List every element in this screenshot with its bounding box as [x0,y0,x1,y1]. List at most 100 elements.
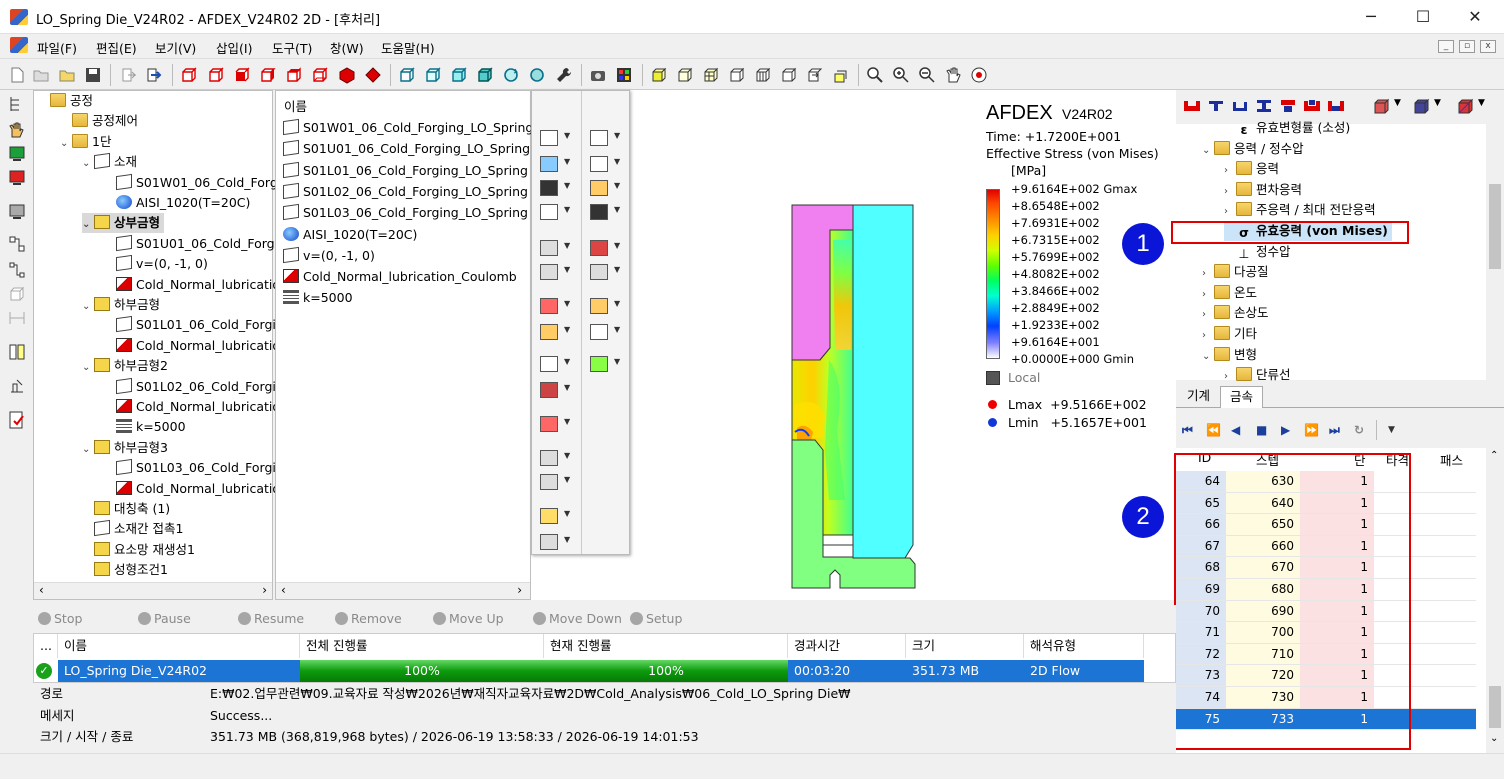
process-tree-item[interactable]: ⌄ 하부금형2 [82,356,168,376]
tool-dropdown-icon[interactable]: ▼ [564,299,570,308]
result-tree-item[interactable]: › 편차응력 [1224,180,1302,200]
palette-tool-left-4[interactable]: ▼ [534,237,574,259]
render-shade-icon[interactable] [450,66,468,84]
process-tree-item[interactable]: 공정제어 [60,111,138,131]
mesh-tool-icon[interactable] [7,234,27,254]
save-icon[interactable] [84,66,102,84]
col-total-progress[interactable]: 전체 진행률 [300,634,544,658]
process-tree-item[interactable]: ⌄ 상부금형 [82,213,165,235]
move-down-button[interactable]: Move Down [533,611,622,626]
tool-dropdown-icon[interactable]: ▼ [564,417,570,426]
prev-frame-button[interactable]: ⏪ [1206,423,1221,437]
process-tree-item[interactable]: S01L01_06_Cold_Forgin [104,315,284,335]
first-step-button[interactable]: ⏮ [1182,423,1193,438]
last-step-button[interactable]: ⏭ [1329,423,1340,438]
palette-tool-left-12[interactable]: ▼ [534,471,574,493]
expand-toggle-icon[interactable]: ⌄ [1202,347,1214,367]
object-list-item[interactable]: v=(0, -1, 0) [283,246,375,266]
object-list-header[interactable]: 이름 [284,96,307,115]
tool-dropdown-icon[interactable]: ▼ [614,131,620,140]
view-iso2-icon[interactable] [364,66,382,84]
process-tree-item[interactable]: Cold_Normal_lubricatior [104,275,285,295]
result-tree-item[interactable]: › 온도 [1202,283,1257,303]
orbit-icon[interactable] [970,66,988,84]
refresh-icon[interactable]: ↻ [1354,423,1364,437]
result-tree-scrollbar[interactable] [1486,124,1504,380]
expand-toggle-icon[interactable]: ⌄ [1202,141,1214,161]
render-edge-icon[interactable] [476,66,494,84]
object-list-item[interactable]: S01U01_06_Cold_Forging_LO_Spring [283,139,530,159]
object-list-item[interactable]: S01W01_06_Cold_Forging_LO_Spring [283,118,533,138]
palette-tool-right-4[interactable]: ▼ [584,237,624,259]
process-tree-item[interactable]: 대칭축 (1) [82,499,170,519]
dies-icon[interactable] [1278,98,1298,114]
box-grid-icon[interactable] [702,66,720,84]
tool-dropdown-icon[interactable]: ▼ [564,383,570,392]
expand-toggle-icon[interactable]: ⌄ [60,134,72,154]
open-folder-icon[interactable] [32,66,50,84]
open-icon[interactable] [58,66,76,84]
view-front-icon[interactable] [180,66,198,84]
wrench-icon[interactable] [555,66,573,84]
box-swap-icon[interactable] [806,66,824,84]
tool-dropdown-icon[interactable]: ▼ [614,299,620,308]
result-tree-item[interactable]: › 응력 [1224,159,1279,179]
box-mesh-icon[interactable] [754,66,772,84]
result-tree-item[interactable]: › 손상도 [1202,303,1269,323]
menu-edit[interactable]: 편집(E) [96,38,137,57]
palette-tool-left-13[interactable]: ▼ [534,505,574,527]
object-list-item[interactable]: S01L03_06_Cold_Forging_LO_Spring . [283,203,536,223]
tool-dropdown-icon[interactable]: ▼ [564,157,570,166]
expand-toggle-icon[interactable]: › [1202,264,1214,284]
resume-job-button[interactable]: Resume [238,611,304,626]
tab-metal[interactable]: 금속 [1220,386,1264,408]
process-tree-item[interactable]: ⌄ 하부금형3 [82,438,168,458]
all-parts-icon[interactable] [1302,98,1322,114]
palette-tool-left-1[interactable]: ▼ [534,153,574,175]
process-tree-item[interactable]: S01W01_06_Cold_Forgi [104,173,281,193]
expand-toggle-icon[interactable]: › [1202,305,1214,325]
step-grid-scrollbar[interactable]: ⌃ ⌄ [1486,448,1504,753]
result-tree-item[interactable]: ⊥ 정수압 [1224,242,1291,262]
next-frame-button[interactable]: ⏩ [1304,423,1319,437]
scroll-left-icon[interactable]: ‹ [281,583,286,597]
color-map-icon[interactable] [615,66,633,84]
document-icon[interactable] [10,37,28,53]
scroll-down-icon[interactable]: ⌄ [1490,733,1498,744]
tool-dropdown-icon[interactable]: ▼ [614,157,620,166]
scroll-up-icon[interactable]: ⌃ [1490,450,1498,461]
palette-tool-left-14[interactable]: ▼ [534,531,574,553]
object-list-item[interactable]: S01L01_06_Cold_Forging_LO_Spring . [283,161,536,181]
mesh-mode-icon[interactable] [1412,97,1432,115]
tool-dropdown-icon[interactable]: ▼ [564,357,570,366]
expand-toggle-icon[interactable]: ⌄ [82,297,94,317]
object-list-item[interactable]: Cold_Normal_lubrication_Coulomb [283,267,517,287]
palette-tool-right-8[interactable]: ▼ [584,353,624,375]
section-icon[interactable] [1326,98,1346,114]
zoom-window-icon[interactable] [892,66,910,84]
tool-dropdown-icon[interactable]: ▼ [564,451,570,460]
scroll-left-icon[interactable]: ‹ [39,583,44,597]
tool-dropdown-icon[interactable]: ▼ [564,131,570,140]
palette-tool-left-6[interactable]: ▼ [534,295,574,317]
tool-dropdown-icon[interactable]: ▼ [564,181,570,190]
process-tree-item[interactable]: ⌄ 하부금형 [82,295,160,315]
menu-window[interactable]: 창(W) [330,38,364,57]
tool-dropdown-icon[interactable]: ▼ [564,265,570,274]
expand-toggle-icon[interactable]: ⌄ [82,215,94,235]
process-tree-item[interactable]: Cold_Normal_lubricatior [104,397,285,417]
menu-help[interactable]: 도움말(H) [381,38,435,57]
rotate-view-icon[interactable] [502,66,520,84]
probe-icon[interactable] [7,376,27,396]
view-iso-icon[interactable] [338,66,356,84]
palette-tool-left-11[interactable]: ▼ [534,447,574,469]
mdi-restore-button[interactable]: ▫ [1459,40,1475,53]
die-display-icon[interactable] [1182,98,1202,114]
expand-toggle-icon[interactable]: ⌄ [82,358,94,378]
lower-die-icon[interactable] [1230,98,1250,114]
mesh-mode-dropdown[interactable]: ▼ [1434,98,1441,108]
scroll-right-icon[interactable]: › [262,583,267,597]
expand-toggle-icon[interactable]: › [1202,285,1214,305]
result-tree-item[interactable]: › 주응력 / 최대 전단응력 [1224,200,1376,220]
col-status[interactable]: ... [34,634,58,658]
